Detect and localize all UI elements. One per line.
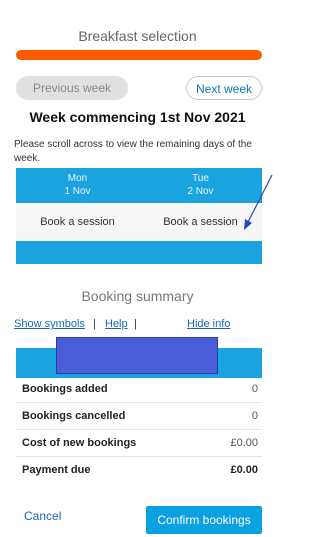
- row-value: £0.00: [230, 437, 258, 449]
- row-label: Bookings cancelled: [22, 410, 126, 422]
- link-separator: |: [134, 318, 137, 330]
- row-label: Cost of new bookings: [22, 437, 137, 449]
- day-name: Mon: [67, 173, 88, 184]
- row-value: 0: [251, 383, 258, 395]
- next-week-button[interactable]: Next week: [186, 76, 262, 100]
- link-separator: |: [93, 318, 96, 330]
- summary-row-cost: Cost of new bookings £0.00: [16, 430, 262, 456]
- week-heading: Week commencing 1st Nov 2021: [29, 109, 246, 125]
- row-value: 0: [251, 410, 258, 422]
- booking-summary-title: Booking summary: [81, 288, 194, 304]
- day-grid[interactable]: Mon 1 Nov Tue 2 Nov Book a session Book …: [16, 168, 262, 264]
- day-header-mon: Mon 1 Nov: [16, 168, 139, 198]
- row-value: £0.00: [230, 464, 258, 476]
- confirm-bookings-button[interactable]: Confirm bookings: [146, 506, 262, 534]
- summary-row-bookings-added: Bookings added 0: [16, 376, 262, 402]
- annotation-arrow-icon: [244, 174, 273, 230]
- show-symbols-link[interactable]: Show symbols: [14, 318, 85, 330]
- previous-week-button[interactable]: Previous week: [16, 76, 128, 100]
- day-date: 1 Nov: [64, 186, 91, 197]
- hide-info-link[interactable]: Hide info: [187, 318, 230, 330]
- row-label: Payment due: [22, 464, 91, 476]
- book-session-mon[interactable]: Book a session: [16, 203, 139, 241]
- summary-row-payment-due: Payment due £0.00: [16, 457, 262, 483]
- row-label: Bookings added: [22, 383, 108, 395]
- redaction-box: [56, 337, 218, 374]
- scroll-instruction: Please scroll across to view the remaini…: [14, 139, 252, 164]
- summary-row-bookings-cancelled: Bookings cancelled 0: [16, 403, 262, 429]
- booking-row: Book a session Book a session: [16, 203, 262, 241]
- summary-links: Show symbols | Help | Hide info: [14, 318, 264, 334]
- help-link[interactable]: Help: [105, 318, 128, 330]
- progress-bar: [16, 50, 262, 60]
- cancel-button[interactable]: Cancel: [24, 509, 61, 523]
- page-title: Breakfast selection: [78, 28, 197, 44]
